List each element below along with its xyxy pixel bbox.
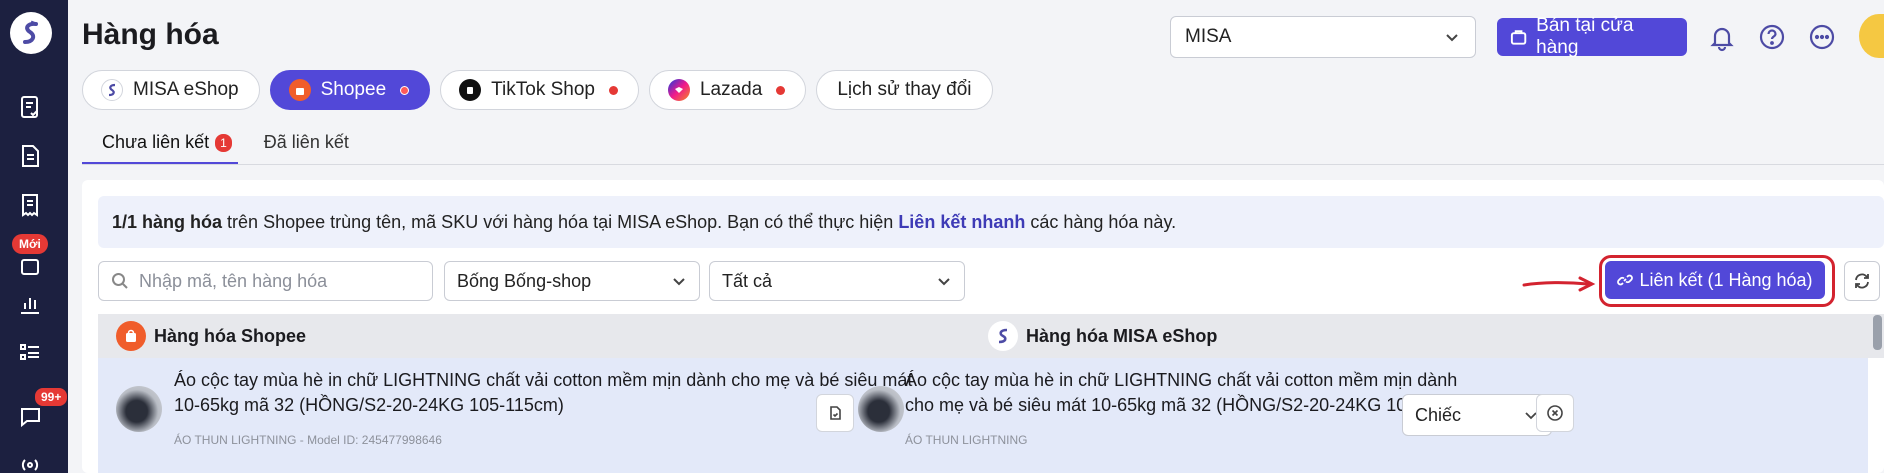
- channel-label: MISA eShop: [133, 79, 239, 100]
- shopee-product-name-line1: Áo cộc tay mùa hè in chữ LIGHTNING chất …: [174, 370, 913, 390]
- content-panel: 1/1 hàng hóa trên Shopee trùng tên, mã S…: [82, 180, 1884, 473]
- sell-in-store-label: Bán tại cửa hàng: [1536, 15, 1634, 58]
- remove-link-button[interactable]: [1536, 394, 1574, 432]
- list-icon[interactable]: [17, 340, 43, 366]
- search-icon: [112, 273, 128, 289]
- scrollbar[interactable]: [1873, 315, 1882, 350]
- shop-select[interactable]: Bống Bống-shop: [444, 261, 700, 301]
- shopee-product-sub: ÁO THUN LIGHTNING - Model ID: 2454779986…: [174, 433, 442, 447]
- misa-product-name-line1: Áo cộc tay mùa hè in chữ LIGHTNING chất …: [905, 370, 1458, 390]
- store-bag-icon: [1510, 30, 1527, 45]
- refresh-icon: [1855, 273, 1869, 289]
- link-products-label: Liên kết (1 Hàng hóa): [1639, 269, 1813, 290]
- channel-tabs: MISA eShop Shopee TikTok Shop Lazada Lịc…: [82, 70, 993, 110]
- col-shopee-label: Hàng hóa Shopee: [154, 325, 307, 346]
- broadcast-icon[interactable]: [17, 452, 43, 473]
- new-badge: Mới: [12, 234, 48, 254]
- link-products-button[interactable]: Liên kết (1 Hàng hóa): [1605, 261, 1825, 299]
- store-select[interactable]: MISA: [1170, 16, 1476, 58]
- chevron-down-icon: [1446, 34, 1458, 42]
- misa-product-thumbnail: [858, 386, 904, 432]
- search-input[interactable]: [139, 270, 409, 292]
- bell-icon[interactable]: [1707, 22, 1737, 52]
- misa-product-sub: ÁO THUN LIGHTNING: [905, 433, 1028, 447]
- channel-label: Shopee: [320, 79, 387, 100]
- col-misa: Hàng hóa MISA eShop: [988, 321, 1217, 351]
- table-row[interactable]: Áo cộc tay mùa hè in chữ LIGHTNING chất …: [98, 358, 1868, 473]
- channel-tab-tiktok[interactable]: TikTok Shop: [440, 70, 639, 110]
- shopee-product-thumbnail: [116, 386, 162, 432]
- page-title: Hàng hóa: [82, 18, 219, 51]
- misa-logo-icon: [988, 321, 1018, 351]
- orders-check-icon[interactable]: [17, 94, 43, 120]
- tab-linked[interactable]: Đã liên kết: [264, 128, 355, 164]
- unit-select-value: Chiếc: [1415, 404, 1462, 425]
- misa-product-name-line2: cho mẹ và bé siêu mát 10-65kg mã 32 (HỒN…: [905, 395, 1481, 415]
- chevron-down-icon: [673, 278, 685, 286]
- channel-tab-lazada[interactable]: Lazada: [648, 70, 807, 110]
- quick-link-link[interactable]: Liên kết nhanh: [898, 212, 1025, 233]
- shopee-logo-icon: [288, 79, 311, 101]
- tab-linked-label: Đã liên kết: [263, 132, 349, 152]
- col-shopee: Hàng hóa Shopee: [116, 321, 306, 351]
- search-field[interactable]: [98, 261, 433, 301]
- chevron-down-icon: [938, 278, 950, 286]
- bar-chart-icon[interactable]: [17, 291, 43, 317]
- alert-dot: [400, 85, 410, 95]
- shopee-product-name: Áo cộc tay mùa hè in chữ LIGHTNING chất …: [174, 368, 912, 418]
- annotation-arrow: [1522, 276, 1596, 292]
- col-misa-label: Hàng hóa MISA eShop: [1026, 325, 1218, 346]
- tab-unlinked-label: Chưa liên kết: [102, 132, 210, 152]
- channel-label: TikTok Shop: [491, 79, 595, 100]
- chat-count-badge: 99+: [33, 386, 70, 408]
- alert-dot: [776, 85, 786, 95]
- channel-label: Lazada: [699, 79, 763, 100]
- shopee-product-name-line2: 10-65kg mã 32 (HỒNG/S2-20-24KG 105-115cm…: [174, 395, 564, 415]
- misa-logo-icon: [101, 79, 123, 101]
- alert-dot: [608, 85, 618, 95]
- unlinked-count-badge: 1: [215, 134, 232, 152]
- info-count: 1/1 hàng hóa: [112, 211, 223, 232]
- misa-product-name: Áo cộc tay mùa hè in chữ LIGHTNING chất …: [905, 368, 1481, 418]
- lazada-logo-icon: [667, 79, 690, 101]
- sell-in-store-button[interactable]: Bán tại cửa hàng: [1497, 15, 1687, 58]
- receipt-icon[interactable]: [17, 192, 43, 218]
- link-status-tabs: Chưa liên kết 1 Đã liên kết: [82, 128, 1884, 165]
- link-icon: [1617, 274, 1634, 286]
- shopee-logo-icon: [116, 321, 146, 351]
- help-icon[interactable]: [1757, 22, 1787, 52]
- info-text-end: các hàng hóa này.: [1030, 211, 1177, 232]
- channel-tab-shopee[interactable]: Shopee: [269, 70, 431, 110]
- left-rail: Mới 99+: [0, 0, 70, 473]
- close-circle-icon: [1547, 405, 1563, 421]
- status-select[interactable]: Tất cả: [709, 261, 965, 301]
- shop-select-value: Bống Bống-shop: [457, 270, 592, 291]
- document-icon: [830, 406, 841, 420]
- store-select-value: MISA: [1185, 26, 1232, 47]
- info-text: trên Shopee trùng tên, mã SKU với hàng h…: [227, 211, 894, 232]
- app-logo-icon[interactable]: [10, 12, 52, 54]
- change-history-tab[interactable]: Lịch sử thay đổi: [816, 70, 993, 110]
- tiktok-logo-icon: [459, 79, 482, 101]
- view-detail-button[interactable]: [816, 394, 854, 432]
- quick-link-info-banner: 1/1 hàng hóa trên Shopee trùng tên, mã S…: [98, 196, 1884, 248]
- avatar[interactable]: [1859, 14, 1884, 58]
- main-area: Hàng hóa MISA Bán tại cửa hàng MISA eSho…: [68, 0, 1884, 473]
- tab-unlinked[interactable]: Chưa liên kết 1: [82, 128, 238, 164]
- grid-icon[interactable]: [17, 256, 43, 282]
- document-icon[interactable]: [17, 143, 43, 169]
- channel-label: Lịch sử thay đổi: [837, 79, 972, 100]
- refresh-button[interactable]: [1844, 261, 1880, 301]
- more-icon[interactable]: [1807, 22, 1837, 52]
- unit-select[interactable]: Chiếc: [1402, 394, 1552, 436]
- status-select-value: Tất cả: [722, 270, 773, 291]
- channel-tab-misa-eshop[interactable]: MISA eShop: [82, 70, 260, 110]
- table-header: Hàng hóa Shopee Hàng hóa MISA eShop: [98, 314, 1884, 358]
